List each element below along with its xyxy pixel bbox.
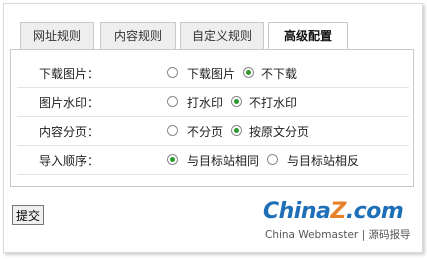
radio-no-watermark[interactable]: [231, 96, 242, 107]
radio-no-pagination[interactable]: [167, 125, 178, 136]
radio-download-images[interactable]: [167, 67, 178, 78]
brand-mark: ChinaZ.com: [263, 199, 404, 224]
option-label[interactable]: 不打水印: [249, 94, 297, 111]
setting-row-watermark: 图片水印： 打水印 不打水印: [17, 88, 409, 117]
setting-label: 下载图片：: [39, 67, 100, 81]
setting-row-download-images: 下载图片： 下载图片 不下载: [17, 59, 409, 88]
option-label[interactable]: 打水印: [187, 94, 223, 111]
radio-same-order[interactable]: [167, 154, 178, 165]
radio-original-pagination[interactable]: [231, 125, 242, 136]
settings-panel: 下载图片： 下载图片 不下载 图片水印： 打水印 不打水印 内容分页： 不分页 …: [10, 49, 414, 187]
submit-button[interactable]: 提交: [12, 205, 44, 225]
setting-row-import-order: 导入顺序： 与目标站相同 与目标站相反: [17, 146, 409, 175]
option-label[interactable]: 不分页: [187, 123, 223, 140]
brand-text-china: China: [263, 199, 331, 224]
brand-text-z: Z: [330, 199, 346, 224]
radio-reverse-order[interactable]: [267, 154, 278, 165]
setting-label: 导入顺序：: [39, 154, 100, 168]
brand-text-com: .com: [345, 199, 404, 224]
brand-tagline: China Webmaster | 源码报导: [265, 229, 411, 241]
setting-label: 图片水印：: [39, 96, 100, 110]
chinaz-watermark-logo: ChinaZ.com China Webmaster | 源码报导: [263, 199, 413, 243]
option-label[interactable]: 与目标站相反: [287, 152, 359, 169]
tab-custom-rules[interactable]: 自定义规则: [180, 22, 264, 49]
tab-content-rules[interactable]: 内容规则: [100, 22, 176, 49]
setting-row-pagination: 内容分页： 不分页 按原文分页: [17, 117, 409, 146]
setting-label: 内容分页：: [39, 125, 100, 139]
option-label[interactable]: 不下载: [261, 65, 297, 82]
option-label[interactable]: 下载图片: [187, 65, 235, 82]
tab-advanced-config[interactable]: 高级配置: [268, 22, 348, 51]
option-label[interactable]: 与目标站相同: [187, 152, 259, 169]
radio-add-watermark[interactable]: [167, 96, 178, 107]
tab-url-rules[interactable]: 网址规则: [20, 22, 94, 49]
radio-no-download[interactable]: [243, 67, 254, 78]
option-label[interactable]: 按原文分页: [249, 123, 309, 140]
